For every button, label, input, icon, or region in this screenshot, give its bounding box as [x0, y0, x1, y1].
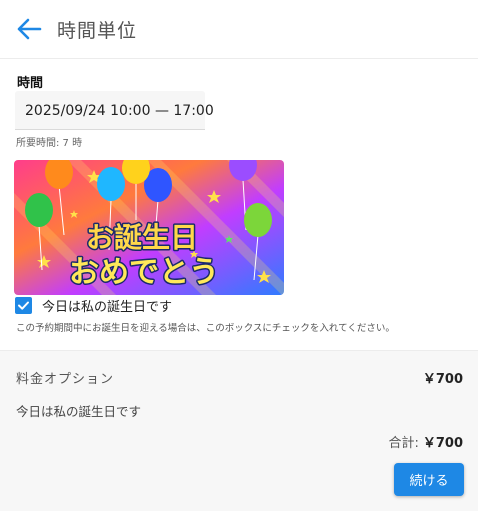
arrow-left-icon [17, 18, 42, 40]
price-option-item: 今日は私の誕生日です [16, 404, 142, 419]
birthday-banner: お誕生日 おめでとう [14, 160, 284, 295]
continue-button[interactable]: 続ける [394, 463, 464, 496]
birthday-hint: この予約期間中にお誕生日を迎える場合は、このボックスにチェックを入れてください。 [16, 323, 395, 334]
price-summary: 料金オプション ￥700 今日は私の誕生日です 合計: ￥700 続ける [0, 350, 478, 511]
banner-line-1: お誕生日 [86, 221, 198, 254]
price-option-label: 料金オプション [16, 372, 115, 387]
total-label: 合計: [388, 436, 419, 451]
total-row: 合計: ￥700 [388, 432, 463, 451]
time-range-field[interactable]: 2025/09/24 10:00 — 17:00 [15, 91, 214, 130]
time-label: 時間 [17, 76, 44, 91]
birthday-checkbox[interactable] [15, 297, 32, 314]
page-title: 時間単位 [57, 20, 138, 42]
price-option-value: ￥700 [422, 372, 463, 387]
app-header: 時間単位 [0, 0, 478, 59]
total-value: ￥700 [422, 436, 463, 451]
duration-text: 所要時間: 7 時 [16, 138, 83, 149]
time-range-value: 2025/09/24 10:00 — 17:00 [25, 103, 214, 119]
back-button[interactable] [16, 17, 42, 41]
birthday-label: 今日は私の誕生日です [42, 300, 173, 315]
checkmark-icon [18, 301, 29, 310]
banner-line-2: おめでとう [69, 255, 219, 290]
